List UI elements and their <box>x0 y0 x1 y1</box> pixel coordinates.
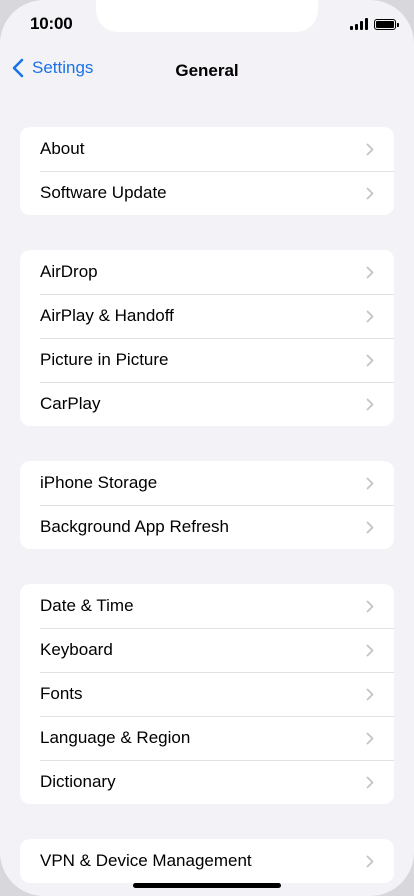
settings-row-airdrop[interactable]: AirDrop <box>20 250 394 294</box>
settings-row-vpn-and-device-management[interactable]: VPN & Device Management <box>20 839 394 883</box>
chevron-right-icon <box>366 310 374 322</box>
navigation-bar: Settings General <box>0 52 414 88</box>
settings-row-label: VPN & Device Management <box>40 851 252 870</box>
settings-row-label: Language & Region <box>40 728 191 747</box>
settings-group: iPhone Storage Background App Refresh <box>20 461 394 549</box>
settings-row-label: Software Update <box>40 183 167 202</box>
settings-list: About Software Update AirDrop AirPlay & Han… <box>20 127 394 896</box>
settings-row-label: Picture in Picture <box>40 350 169 369</box>
settings-row-picture-in-picture[interactable]: Picture in Picture <box>20 338 394 382</box>
status-bar: 10:00 <box>0 0 414 48</box>
chevron-right-icon <box>366 732 374 744</box>
notch <box>96 0 318 32</box>
phone-screen: 10:00 Settings General About Software Upd… <box>0 0 414 896</box>
chevron-right-icon <box>366 354 374 366</box>
settings-row-label: Keyboard <box>40 640 113 659</box>
settings-group: AirDrop AirPlay & Handoff Picture in Pictu… <box>20 250 394 426</box>
page-title: General <box>175 61 239 80</box>
status-time: 10:00 <box>30 14 73 33</box>
settings-group: VPN & Device Management <box>20 839 394 883</box>
settings-row-keyboard[interactable]: Keyboard <box>20 628 394 672</box>
settings-row-language-and-region[interactable]: Language & Region <box>20 716 394 760</box>
settings-row-label: iPhone Storage <box>40 473 158 492</box>
settings-row-airplay-and-handoff[interactable]: AirPlay & Handoff <box>20 294 394 338</box>
chevron-right-icon <box>366 644 374 656</box>
chevron-right-icon <box>366 266 374 278</box>
settings-row-label: AirPlay & Handoff <box>40 306 174 325</box>
chevron-right-icon <box>366 477 374 489</box>
settings-row-label: Dictionary <box>40 772 116 791</box>
settings-row-label: CarPlay <box>40 394 101 413</box>
chevron-right-icon <box>366 398 374 410</box>
cellular-signal-icon <box>350 18 368 30</box>
battery-icon <box>374 19 399 30</box>
chevron-right-icon <box>366 187 374 199</box>
chevron-right-icon <box>366 600 374 612</box>
home-indicator[interactable] <box>133 883 281 888</box>
chevron-right-icon <box>366 521 374 533</box>
settings-row-about[interactable]: About <box>20 127 394 171</box>
settings-row-label: Fonts <box>40 684 83 703</box>
chevron-right-icon <box>366 688 374 700</box>
chevron-right-icon <box>366 855 374 867</box>
chevron-right-icon <box>366 143 374 155</box>
chevron-right-icon <box>366 776 374 788</box>
settings-row-carplay[interactable]: CarPlay <box>20 382 394 426</box>
settings-row-iphone-storage[interactable]: iPhone Storage <box>20 461 394 505</box>
settings-group: Date & Time Keyboard Fonts Language & Regio… <box>20 584 394 804</box>
settings-row-dictionary[interactable]: Dictionary <box>20 760 394 804</box>
settings-row-label: About <box>40 139 85 158</box>
status-icons <box>350 17 399 30</box>
settings-row-background-app-refresh[interactable]: Background App Refresh <box>20 505 394 549</box>
settings-row-software-update[interactable]: Software Update <box>20 171 394 215</box>
settings-row-fonts[interactable]: Fonts <box>20 672 394 716</box>
settings-row-label: AirDrop <box>40 262 98 281</box>
settings-row-date-and-time[interactable]: Date & Time <box>20 584 394 628</box>
settings-group: About Software Update <box>20 127 394 215</box>
settings-row-label: Background App Refresh <box>40 517 230 536</box>
settings-row-label: Date & Time <box>40 596 134 615</box>
